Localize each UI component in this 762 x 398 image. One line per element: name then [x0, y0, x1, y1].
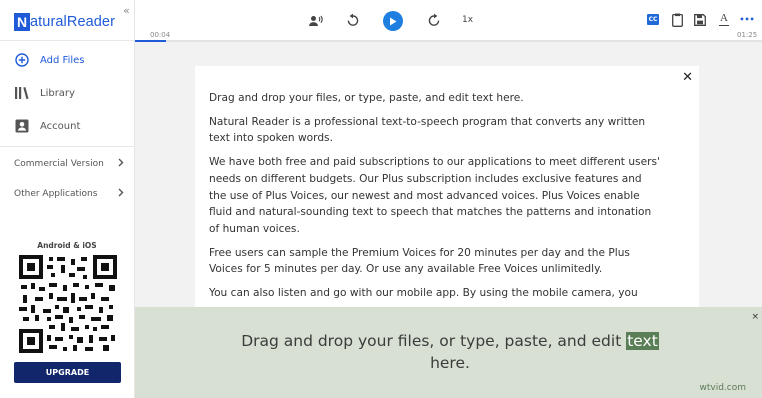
sidebar: N aturalReader « Add Files Library Accou…	[0, 0, 135, 398]
text-format-icon[interactable]: A	[718, 12, 730, 27]
speed-selector[interactable]: 1x	[462, 13, 473, 27]
reader-text-before: Drag and drop your files, or type, paste…	[241, 332, 627, 350]
upgrade-button[interactable]: UPGRADE	[14, 362, 121, 383]
clipboard-icon[interactable]	[671, 12, 683, 27]
sidebar-item-add-files[interactable]: Add Files	[14, 50, 84, 70]
document-card: ✕ Drag and drop your files, or type, pas…	[195, 66, 699, 326]
collapse-sidebar-icon[interactable]: «	[123, 4, 130, 17]
paragraph: We have both free and paid subscriptions…	[209, 156, 660, 235]
progress-fill	[135, 40, 167, 42]
voice-icon[interactable]	[309, 14, 323, 28]
sidebar-item-label: Account	[40, 120, 81, 132]
paragraph: You can also listen and go with our mobi…	[209, 287, 638, 300]
save-icon[interactable]	[694, 13, 706, 26]
reader-text-after: here.	[430, 354, 470, 372]
paragraph: Natural Reader is a professional text-to…	[209, 115, 646, 145]
text-format-icon-label: A	[720, 11, 728, 24]
sidebar-item-account[interactable]: Account	[14, 116, 80, 136]
logo-text: aturalReader	[30, 14, 116, 30]
account-icon	[14, 118, 30, 134]
more-icon[interactable]: •••	[739, 13, 754, 25]
underline-bar	[719, 24, 729, 27]
rewind-icon[interactable]	[346, 13, 360, 27]
chevron-right-icon	[118, 158, 124, 170]
chevron-right-icon	[118, 188, 124, 200]
play-button[interactable]	[383, 11, 403, 31]
close-reader-icon[interactable]: ×	[751, 312, 759, 322]
watermark: wtvid.com	[699, 383, 746, 393]
time-current: 00:04	[150, 31, 171, 39]
read-along-text: Drag and drop your files, or type, paste…	[225, 330, 675, 374]
qr-code[interactable]	[19, 255, 117, 353]
platform-label: Android & iOS	[37, 241, 97, 250]
document-text[interactable]: Drag and drop your files, or type, paste…	[209, 90, 661, 309]
close-icon[interactable]: ✕	[682, 70, 693, 85]
paragraph: Drag and drop your files, or type, paste…	[209, 92, 524, 104]
forward-icon[interactable]	[427, 13, 441, 27]
sidebar-item-other-applications[interactable]: Other Applications	[14, 188, 124, 200]
sidebar-item-library[interactable]: Library	[14, 83, 75, 103]
sidebar-item-label: Add Files	[40, 54, 85, 66]
app-logo[interactable]: N aturalReader	[14, 12, 115, 32]
add-circle-icon	[14, 52, 30, 68]
logo-mark: N	[14, 13, 30, 31]
player-toolbar	[135, 0, 762, 40]
divider	[0, 146, 134, 147]
sidebar-item-commercial-version[interactable]: Commercial Version	[14, 158, 124, 170]
sidebar-item-label: Library	[40, 87, 75, 99]
caption-icon-label: CC	[648, 16, 658, 23]
library-icon	[14, 85, 30, 101]
time-total: 01:25	[737, 31, 758, 39]
divider	[0, 40, 134, 41]
progress-track[interactable]	[135, 40, 762, 42]
caption-icon[interactable]: CC	[647, 14, 659, 25]
play-icon	[389, 17, 397, 26]
menu-label: Commercial Version	[14, 159, 104, 169]
current-word-highlight: text	[626, 332, 659, 350]
menu-label: Other Applications	[14, 189, 98, 199]
paragraph: Free users can sample the Premium Voices…	[209, 246, 630, 276]
read-along-panel: × Drag and drop your files, or type, pas…	[135, 307, 762, 398]
